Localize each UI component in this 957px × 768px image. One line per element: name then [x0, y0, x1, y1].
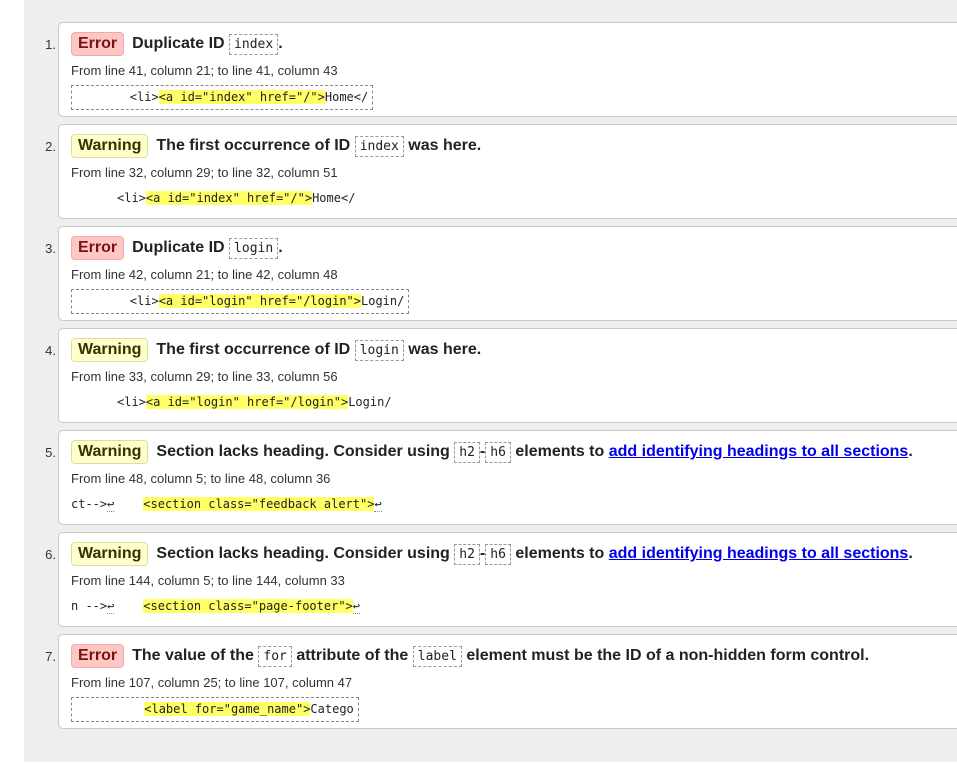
code-id: index — [354, 136, 404, 157]
extract-pre: n --> — [71, 599, 108, 613]
message-text: The value of the — [132, 647, 254, 664]
extract-gap — [114, 497, 143, 511]
code-extract: <li><a id="index" href="/">Home</ — [71, 85, 374, 110]
code-element-label: label — [412, 646, 462, 667]
message-heading: Error The value of the for attribute of t… — [71, 643, 869, 669]
warning-badge: Warning — [71, 541, 149, 566]
extract-highlight: <a id="login" href="/login"> — [145, 395, 349, 409]
extract-highlight: <a id="login" href="/login"> — [158, 294, 361, 308]
location-text: From line 33, column 29; to line 33, col… — [71, 369, 338, 384]
location-text: From line 144, column 5; to line 144, co… — [71, 573, 345, 588]
message-item-1: Error Duplicate ID index. From line 41, c… — [58, 22, 957, 117]
extract-highlight: <section class="page-footer"> — [143, 599, 353, 613]
message-text: Section lacks heading. Consider using — [156, 443, 450, 460]
message-text-c: element must be the ID of a non-hidden f… — [466, 647, 870, 664]
warning-badge: Warning — [71, 439, 149, 464]
message-number: 4. — [45, 343, 56, 358]
message-heading: Warning Section lacks heading. Consider u… — [71, 439, 913, 465]
code-id: login — [354, 340, 404, 361]
extract-pre: <li> — [72, 294, 159, 308]
code-extract: <li><a id="login" href="/login">Login/ — [71, 289, 410, 314]
code-h6: h6 — [485, 544, 511, 565]
extract-gap — [114, 599, 143, 613]
message-number: 5. — [45, 445, 56, 460]
message-item-5: Warning Section lacks heading. Consider u… — [58, 430, 957, 525]
extract-indent — [72, 702, 144, 716]
message-tail: . — [908, 545, 913, 562]
message-text-b: elements to — [515, 545, 605, 562]
extract-pre: <li> — [72, 90, 159, 104]
message-item-7: Error The value of the for attribute of t… — [58, 634, 957, 729]
return-icon: ↩ — [374, 497, 382, 512]
location-text: From line 107, column 25; to line 107, c… — [71, 675, 353, 690]
return-icon: ↩ — [352, 599, 361, 614]
extract-pre: <li> — [117, 395, 146, 409]
extract-post: Home</ — [312, 191, 356, 205]
code-id: index — [229, 34, 279, 55]
code-extract: ct-->↩ <section class="feedback alert">↩ — [71, 493, 386, 516]
message-tail: . — [278, 35, 283, 52]
message-number: 6. — [45, 547, 56, 562]
code-extract: <li><a id="index" href="/">Home</ — [117, 187, 359, 210]
message-text-b: attribute of the — [296, 647, 409, 664]
location-text: From line 41, column 21; to line 41, col… — [71, 63, 338, 78]
headings-help-link[interactable]: add identifying headings to all sections — [609, 443, 909, 460]
extract-highlight: <section class="feedback alert"> — [143, 497, 375, 511]
error-badge: Error — [71, 643, 125, 668]
code-extract: <label for="game_name">Catego — [71, 697, 359, 722]
error-badge: Error — [71, 31, 125, 56]
extract-post: Home</ — [324, 90, 369, 104]
extract-post: Login/ — [361, 294, 405, 308]
message-text: Section lacks heading. Consider using — [156, 545, 450, 562]
message-number: 3. — [45, 241, 56, 256]
message-tail: . — [278, 239, 283, 256]
warning-badge: Warning — [71, 337, 149, 362]
message-text: The first occurrence of ID — [156, 341, 351, 358]
code-h6: h6 — [485, 442, 511, 463]
code-id: login — [229, 238, 279, 259]
warning-badge: Warning — [71, 133, 149, 158]
error-badge: Error — [71, 235, 125, 260]
message-text-b: elements to — [515, 443, 605, 460]
message-item-3: Error Duplicate ID login. From line 42, c… — [58, 226, 957, 321]
message-number: 7. — [45, 649, 56, 664]
extract-post: Login/ — [348, 395, 392, 409]
location-text: From line 42, column 21; to line 42, col… — [71, 267, 338, 282]
extract-highlight: <a id="index" href="/"> — [145, 191, 313, 205]
extract-pre: <li> — [117, 191, 146, 205]
extract-pre: ct--> — [71, 497, 108, 511]
message-heading: Warning The first occurrence of ID index … — [71, 133, 481, 159]
message-text-b: was here. — [408, 341, 482, 358]
message-tail: . — [908, 443, 913, 460]
location-text: From line 32, column 29; to line 32, col… — [71, 165, 338, 180]
extract-post: Catego — [310, 702, 354, 716]
code-extract: n -->↩ <section class="page-footer">↩ — [71, 595, 364, 618]
message-text: Duplicate ID — [132, 35, 225, 52]
location-text: From line 48, column 5; to line 48, colu… — [71, 471, 331, 486]
message-heading: Error Duplicate ID login. — [71, 235, 283, 261]
message-heading: Error Duplicate ID index. — [71, 31, 283, 57]
message-heading: Warning Section lacks heading. Consider u… — [71, 541, 913, 567]
code-attr-for: for — [258, 646, 292, 667]
message-text: The first occurrence of ID — [156, 137, 351, 154]
message-item-6: Warning Section lacks heading. Consider u… — [58, 532, 957, 627]
message-number: 1. — [45, 37, 56, 52]
code-extract: <li><a id="login" href="/login">Login/ — [117, 391, 396, 414]
message-text: Duplicate ID — [132, 239, 225, 256]
extract-highlight: <label for="game_name"> — [144, 702, 311, 716]
headings-help-link[interactable]: add identifying headings to all sections — [609, 545, 909, 562]
message-heading: Warning The first occurrence of ID login … — [71, 337, 481, 363]
message-number: 2. — [45, 139, 56, 154]
code-h2: h2 — [454, 442, 480, 463]
extract-highlight: <a id="index" href="/"> — [158, 90, 325, 104]
message-item-4: Warning The first occurrence of ID login … — [58, 328, 957, 423]
message-item-2: Warning The first occurrence of ID index … — [58, 124, 957, 219]
message-text-b: was here. — [408, 137, 482, 154]
code-h2: h2 — [454, 544, 480, 565]
